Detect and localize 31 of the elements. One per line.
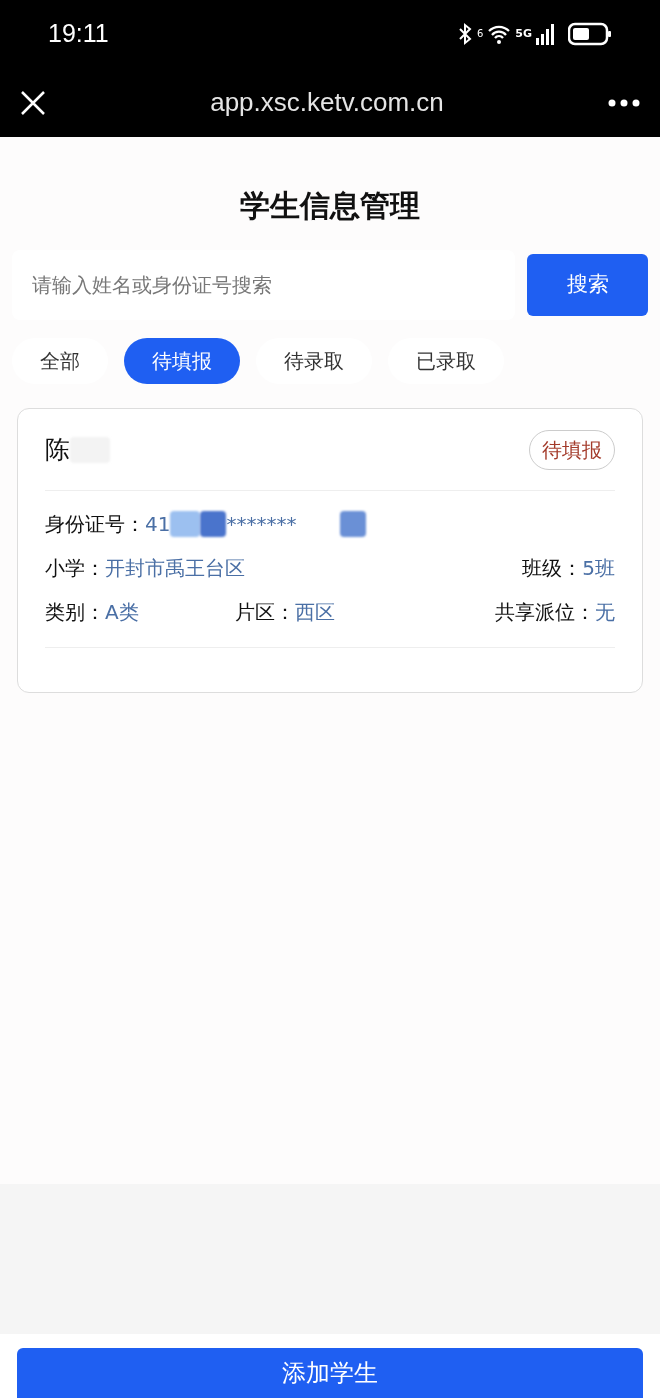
more-icon[interactable] — [608, 98, 640, 107]
redaction-mark — [170, 511, 201, 537]
filter-tab[interactable]: 待填报 — [124, 338, 240, 384]
id-number: ******* — [226, 511, 297, 538]
field-label: 片区： — [235, 599, 295, 626]
wifi-icon — [487, 24, 512, 44]
search-button[interactable]: 搜索 — [527, 254, 648, 316]
id-number: 41 — [145, 511, 171, 538]
wifi-generation-label: 6 — [476, 27, 484, 41]
status-time: 19:11 — [48, 18, 109, 50]
category-value: A类 — [105, 599, 139, 626]
close-icon[interactable] — [20, 89, 46, 116]
bluetooth-icon — [456, 22, 473, 46]
student-name: 陈 — [45, 433, 70, 466]
redaction-mark — [200, 511, 227, 537]
class-value: 5班 — [582, 555, 615, 582]
page-title: 学生信息管理 — [240, 187, 420, 225]
field-label: 小学： — [45, 555, 105, 582]
district-value: 西区 — [295, 599, 335, 626]
redaction-mark — [340, 511, 367, 537]
field-label: 类别： — [45, 599, 105, 626]
battery-icon — [568, 22, 612, 46]
shared-value: 无 — [595, 599, 615, 626]
school-name: 开封市禹王台区 — [105, 555, 245, 582]
url-text: app.xsc.ketv.com.cn — [210, 86, 444, 119]
add-student-button[interactable]: 添加学生 — [17, 1348, 643, 1398]
field-label: 班级： — [522, 555, 583, 582]
network-label: 5G — [515, 26, 532, 42]
field-label: 身份证号： — [45, 511, 145, 538]
signal-icon — [536, 23, 556, 45]
field-label: 共享派位： — [495, 599, 595, 626]
